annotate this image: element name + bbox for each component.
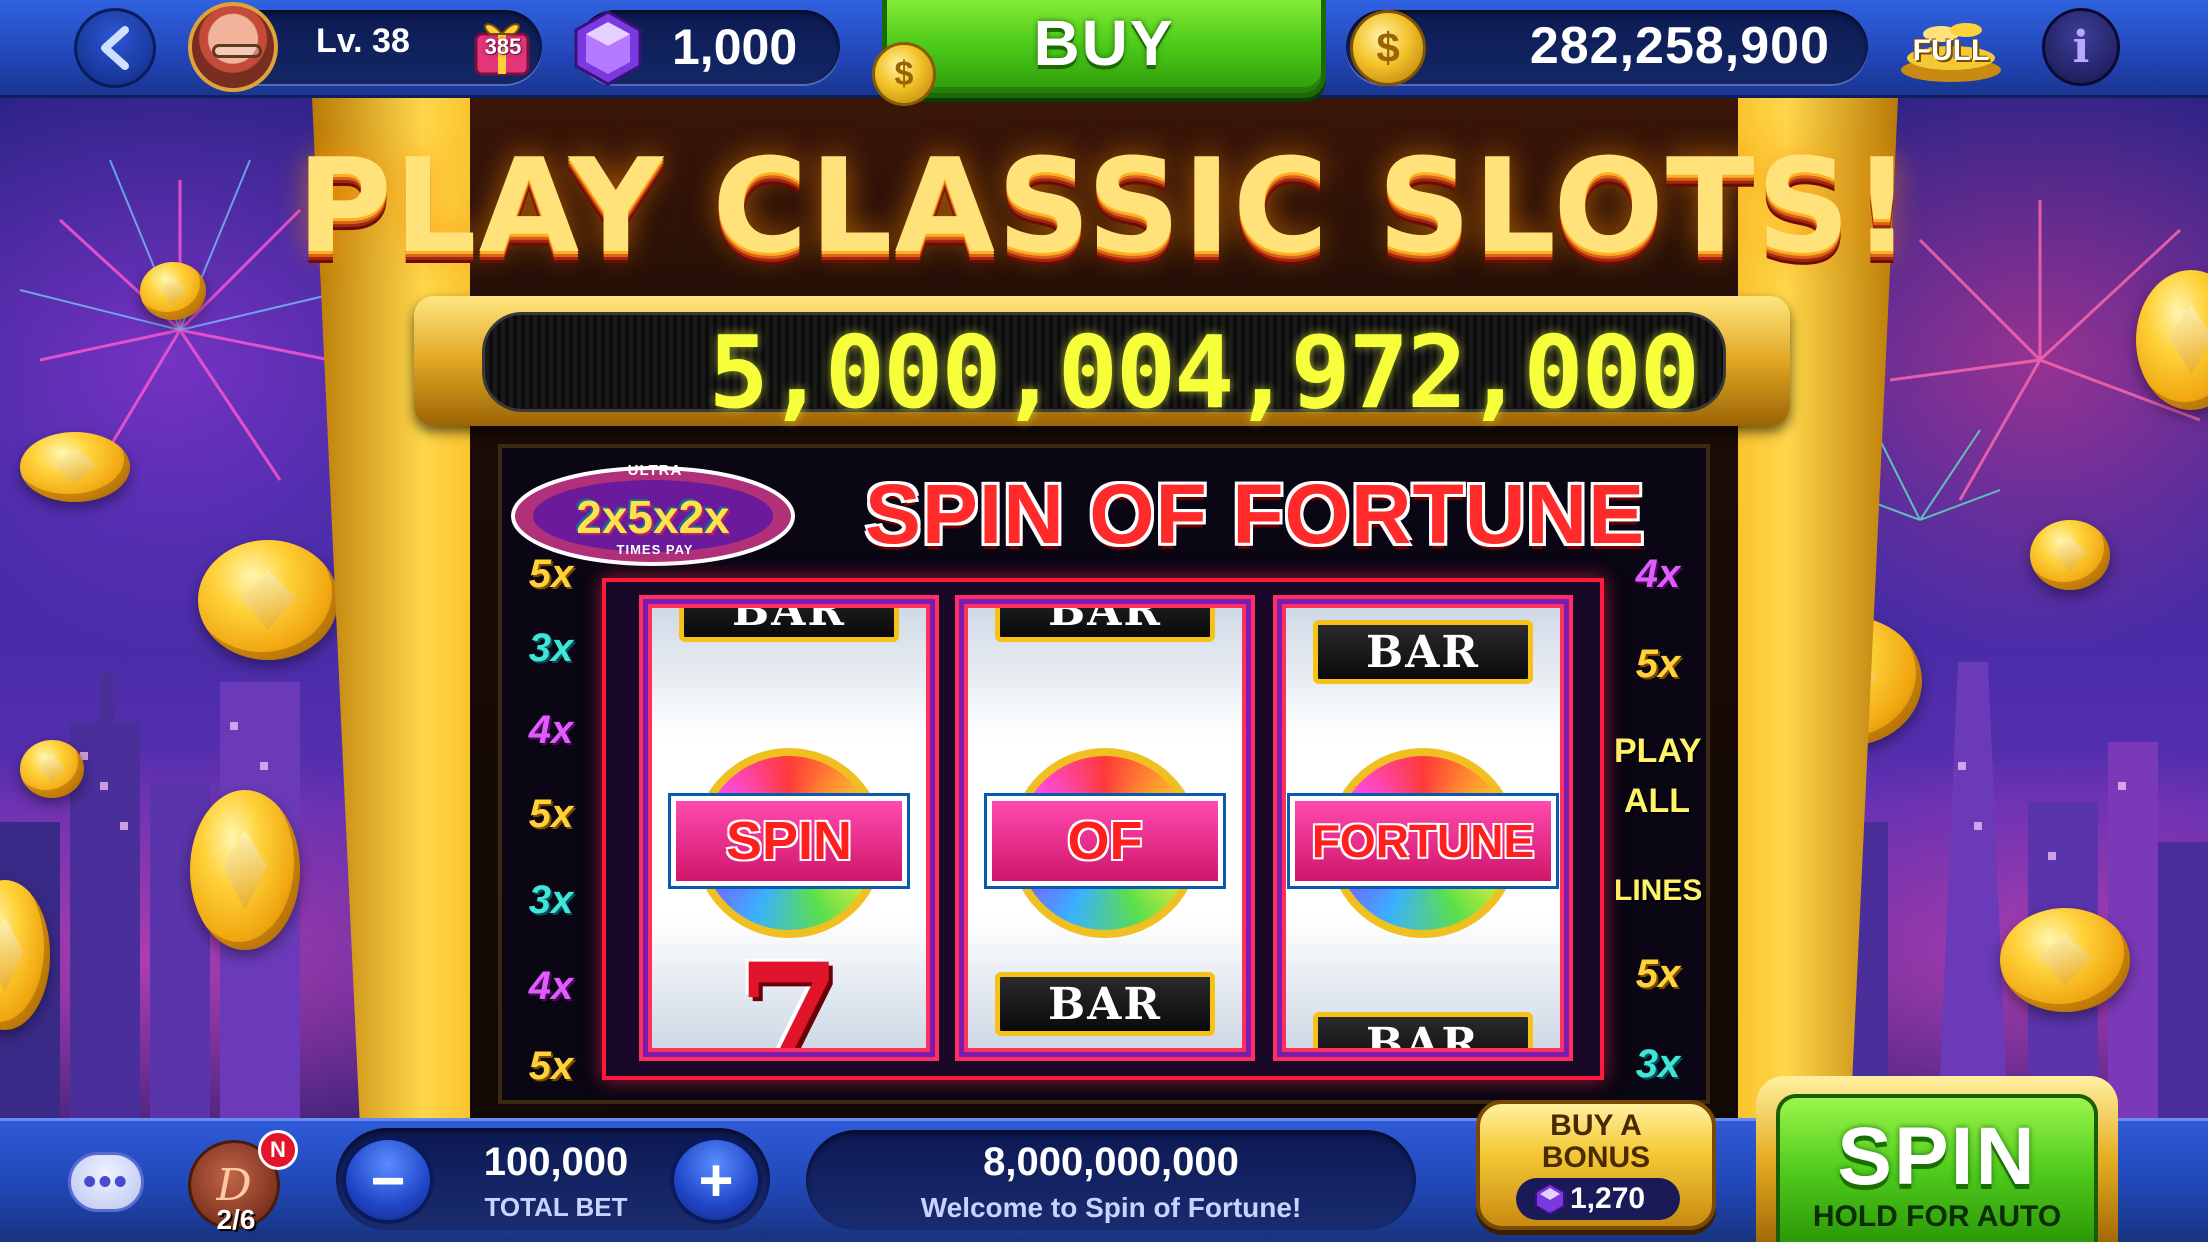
gem-icon: [1535, 1182, 1565, 1216]
promo-headline: PLAY CLASSIC SLOTS!: [296, 130, 1914, 282]
gold-coin-decor: [20, 740, 84, 798]
gold-coin-decor: [198, 540, 338, 660]
player-avatar[interactable]: [188, 2, 278, 92]
fortune-symbol-label: FORTUNE: [1290, 796, 1556, 886]
status-message: Welcome to Spin of Fortune!: [920, 1192, 1302, 1223]
spin-symbol-label: SPIN: [671, 796, 907, 886]
player-level: Lv. 38: [316, 22, 410, 60]
badge-top-label: ULTRA: [627, 462, 683, 479]
win-amount: 8,000,000,000: [983, 1140, 1239, 1184]
gold-coin-decor: [190, 790, 300, 950]
hold-for-auto-label: HOLD FOR AUTO: [1812, 1200, 2062, 1233]
bar-symbol: BAR: [679, 608, 899, 642]
info-button[interactable]: i: [2042, 8, 2120, 86]
of-symbol-label: OF: [987, 796, 1223, 886]
reel-3: BAR FORTUNE BAR: [1282, 604, 1564, 1052]
stamp-icon: D: [216, 1159, 252, 1211]
chevron-left-icon: [101, 26, 129, 70]
play-all-line2: ALL: [1623, 782, 1691, 820]
reel-2: BAR OF BAR: [964, 604, 1246, 1052]
bar-symbol: BAR: [995, 972, 1215, 1036]
buy-bonus-label: BUY A BONUS: [1476, 1110, 1716, 1174]
spin-label: SPIN: [1837, 1111, 2037, 1202]
increase-bet-button[interactable]: +: [670, 1136, 762, 1224]
gift-count: 385: [484, 34, 522, 59]
coin-full-label: FULL: [1912, 34, 1990, 67]
gold-coin-decor: [140, 262, 206, 320]
reel-1: BAR SPIN 7: [648, 604, 930, 1052]
multiplier-label: 4x: [1635, 552, 1681, 596]
bar-symbol: BAR: [1313, 620, 1533, 684]
buy-button[interactable]: BUY: [882, 0, 1326, 98]
multiplier-label: 3x: [528, 626, 574, 670]
total-bet-label: TOTAL BET: [484, 1192, 628, 1222]
gem-balance: 1,000: [672, 19, 798, 75]
chat-button[interactable]: •••: [68, 1152, 144, 1212]
stamp-progress: 2/6: [216, 1204, 256, 1235]
gold-coin-decor: [20, 432, 130, 502]
multiplier-label: 5x: [528, 552, 574, 596]
multiplier-label: 5x: [528, 1044, 574, 1088]
play-all-line1: PLAY: [1614, 732, 1702, 770]
multiplier-label: 5x: [1635, 952, 1681, 996]
bar-symbol: BAR: [995, 608, 1215, 642]
total-bet-amount: 100,000: [483, 1140, 629, 1184]
buy-bonus-line1: BUY A: [1550, 1109, 1642, 1142]
jackpot-amount: 5,000,004,972,000: [708, 314, 1701, 431]
decrease-bet-button[interactable]: −: [342, 1136, 434, 1224]
multiplier-label: 5x: [528, 792, 574, 836]
multiplier-label: 4x: [528, 708, 574, 752]
play-all-lines-label: PLAY ALL: [1614, 726, 1702, 826]
badge-bottom-label: TIMES PAY: [616, 542, 694, 557]
back-button[interactable]: [74, 8, 156, 88]
coin-balance: 282,258,900: [1529, 17, 1830, 75]
buy-bonus-line2: BONUS: [1541, 1141, 1651, 1174]
gold-coin-decor: [2030, 520, 2110, 590]
multiplier-label: 3x: [1635, 1042, 1681, 1086]
multiplier-label: 3x: [528, 878, 574, 922]
seven-symbol: 7: [736, 931, 842, 1052]
game-title: SPIN OF FORTUNE: [864, 467, 1646, 561]
new-badge: N: [258, 1130, 298, 1170]
lines-label: LINES: [1614, 874, 1703, 907]
gem-icon: [574, 10, 642, 86]
multiplier-label: 4x: [528, 964, 574, 1008]
chat-bubble-icon: •••: [83, 1160, 129, 1203]
dollar-coin-icon: $: [1350, 10, 1426, 86]
bonus-cost: 1,270: [1570, 1182, 1646, 1215]
multiplier-label: 5x: [1635, 642, 1681, 686]
dollar-coin-icon: $: [872, 42, 936, 106]
badge-multiplier: 2x5x2x: [576, 491, 730, 543]
bar-symbol: BAR: [1313, 1012, 1533, 1048]
gold-coin-decor: [2000, 908, 2130, 1012]
